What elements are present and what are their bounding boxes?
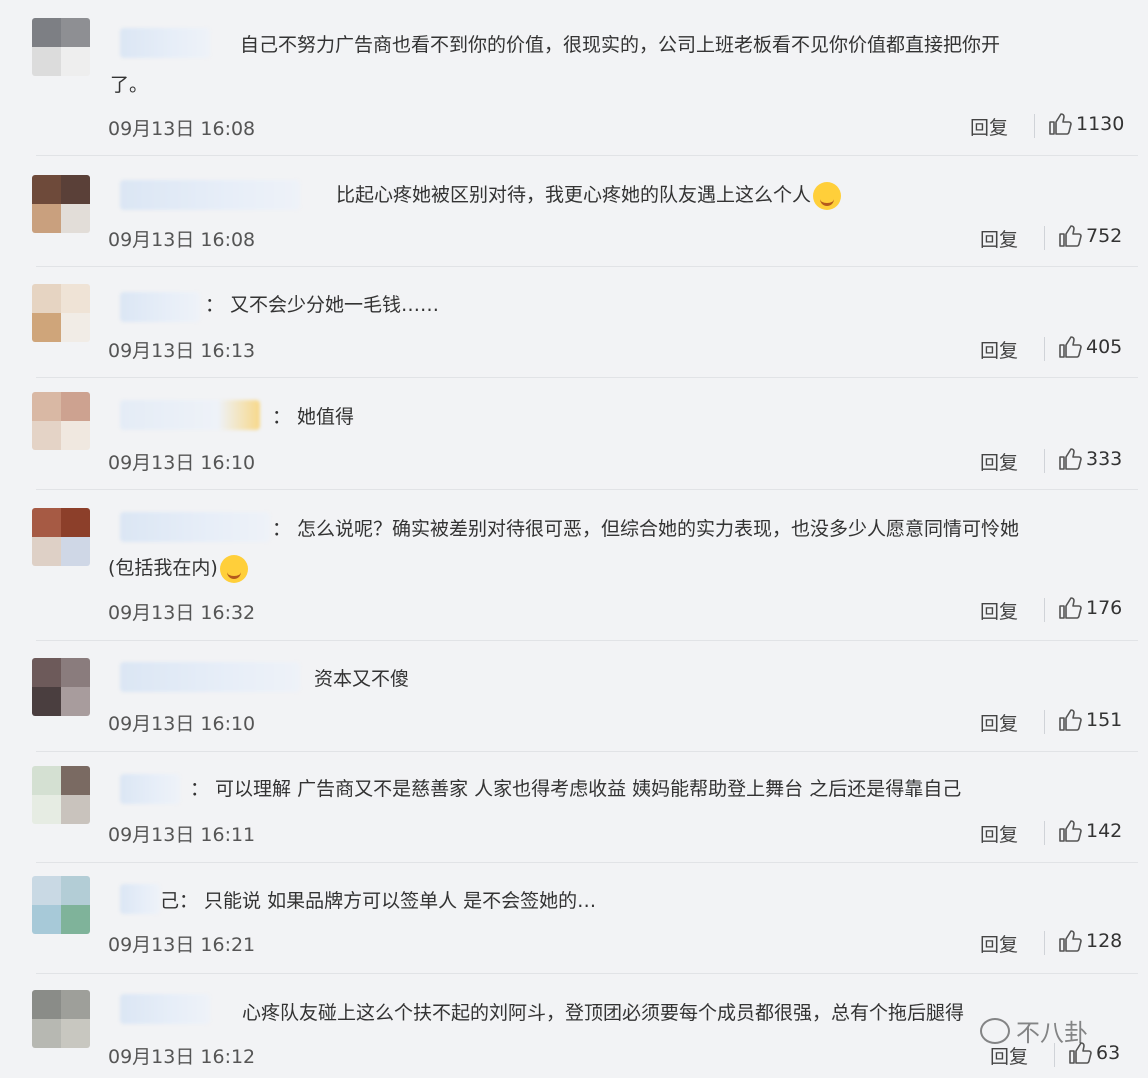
- wechat-icon: [980, 1017, 1010, 1044]
- like-button[interactable]: 333: [1058, 447, 1122, 471]
- avatar[interactable]: [32, 766, 90, 824]
- reply-button[interactable]: 回复: [980, 709, 1018, 736]
- watermark: 不八卦: [980, 1013, 1088, 1048]
- like-count: 176: [1086, 597, 1123, 619]
- comment-divider: [36, 489, 1138, 490]
- reply-button[interactable]: 回复: [980, 930, 1018, 957]
- avatar[interactable]: [32, 18, 90, 76]
- watermark-text: 不八卦: [1016, 1019, 1088, 1047]
- comment-text: ： 又不会少分她一毛钱……: [205, 294, 440, 316]
- thumbs-up-icon: [1058, 596, 1082, 620]
- comment-time: 09月13日 16:11: [108, 824, 256, 846]
- like-button[interactable]: 752: [1058, 224, 1122, 248]
- comment-divider: [36, 155, 1138, 156]
- like-count: 142: [1086, 820, 1123, 842]
- comment-divider: [36, 266, 1138, 267]
- comment-text: ： 可以理解 广告商又不是慈善家 人家也得考虑收益 姨妈能帮助登上舞台 之后还是…: [190, 778, 962, 800]
- comment-time: 09月13日 16:10: [108, 452, 256, 474]
- thumbs-up-icon: [1058, 929, 1082, 953]
- comment-time: 09月13日 16:08: [108, 118, 256, 140]
- comment-divider: [36, 640, 1138, 641]
- emoji-icon: [813, 181, 842, 210]
- like-count: 1130: [1076, 113, 1125, 135]
- like-button[interactable]: 405: [1058, 335, 1122, 359]
- like-count: 63: [1096, 1042, 1121, 1064]
- like-count: 128: [1086, 930, 1123, 952]
- avatar[interactable]: [32, 990, 90, 1048]
- thumbs-up-icon: [1058, 708, 1082, 732]
- thumbs-up-icon: [1058, 335, 1082, 359]
- username-blurred[interactable]: [120, 662, 300, 692]
- username-blurred[interactable]: [120, 180, 300, 210]
- action-separator: [1044, 598, 1045, 622]
- thumbs-up-icon: [1058, 447, 1082, 471]
- comment-text: 己： 只能说 如果品牌方可以签单人 是不会签她的…: [160, 890, 597, 912]
- like-button[interactable]: 142: [1058, 819, 1122, 843]
- comment-text: 资本又不傻: [314, 668, 410, 690]
- reply-button[interactable]: 回复: [980, 225, 1018, 252]
- username-blurred[interactable]: [120, 28, 210, 58]
- action-separator: [1044, 821, 1045, 845]
- action-separator: [1044, 337, 1045, 361]
- like-button[interactable]: 1130: [1048, 112, 1124, 136]
- comment-text-continued: (包括我在内): [108, 553, 248, 583]
- like-count: 752: [1086, 225, 1123, 247]
- emoji-icon: [219, 554, 248, 583]
- username-blurred[interactable]: [120, 292, 200, 322]
- reply-button[interactable]: 回复: [970, 113, 1008, 140]
- thumbs-up-icon: [1058, 224, 1082, 248]
- avatar[interactable]: [32, 175, 90, 233]
- comment-text: ： 怎么说呢？确实被差别对待很可恶，但综合她的实力表现，也没多少人愿意同情可怜她: [272, 518, 1020, 540]
- like-button[interactable]: 176: [1058, 596, 1122, 620]
- action-separator: [1044, 449, 1045, 473]
- avatar[interactable]: [32, 876, 90, 934]
- avatar[interactable]: [32, 284, 90, 342]
- comment-time: 09月13日 16:10: [108, 713, 256, 735]
- comment-divider: [36, 377, 1138, 378]
- username-blurred[interactable]: [120, 400, 260, 430]
- username-blurred[interactable]: [120, 512, 270, 542]
- comment-text: 心疼队友碰上这么个扶不起的刘阿斗，登顶团必须要每个成员都很强，总有个拖后腿得: [242, 1002, 965, 1024]
- comment-time: 09月13日 16:08: [108, 229, 256, 251]
- username-blurred[interactable]: [120, 994, 210, 1024]
- thumbs-up-icon: [1048, 112, 1072, 136]
- comment-time: 09月13日 16:21: [108, 934, 256, 956]
- comment-divider: [36, 862, 1138, 863]
- comment-divider: [36, 751, 1138, 752]
- comment-divider: [36, 973, 1138, 974]
- action-separator: [1044, 710, 1045, 734]
- comment-text: ： 她值得: [272, 406, 355, 428]
- comment-text: 自己不努力广告商也看不到你的价值，很现实的，公司上班老板看不见你价值都直接把你开: [240, 34, 1001, 56]
- action-separator: [1044, 931, 1045, 955]
- comment-text: 比起心疼她被区别对待，我更心疼她的队友遇上这么个人: [336, 180, 842, 210]
- reply-button[interactable]: 回复: [980, 448, 1018, 475]
- thumbs-up-icon: [1058, 819, 1082, 843]
- username-blurred[interactable]: [120, 884, 160, 914]
- reply-button[interactable]: 回复: [980, 597, 1018, 624]
- like-count: 333: [1086, 448, 1123, 470]
- reply-button[interactable]: 回复: [980, 336, 1018, 363]
- reply-button[interactable]: 回复: [980, 820, 1018, 847]
- action-separator: [1044, 226, 1045, 250]
- comment-time: 09月13日 16:12: [108, 1046, 256, 1068]
- avatar[interactable]: [32, 658, 90, 716]
- comment-text-continued: 了。: [110, 74, 149, 96]
- like-button[interactable]: 128: [1058, 929, 1122, 953]
- like-count: 405: [1086, 336, 1123, 358]
- username-blurred[interactable]: [120, 774, 180, 804]
- like-count: 151: [1086, 709, 1123, 731]
- avatar[interactable]: [32, 508, 90, 566]
- comment-time: 09月13日 16:32: [108, 602, 256, 624]
- avatar[interactable]: [32, 392, 90, 450]
- like-button[interactable]: 151: [1058, 708, 1122, 732]
- action-separator: [1034, 114, 1035, 138]
- comment-time: 09月13日 16:13: [108, 340, 256, 362]
